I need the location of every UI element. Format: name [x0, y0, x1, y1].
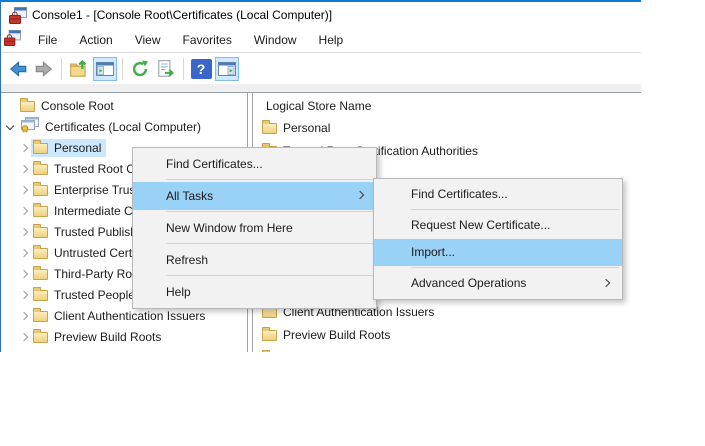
toolbar-bottom-band [1, 84, 641, 93]
folder-icon [33, 181, 48, 196]
desktop-canvas: Console1 - [Console Root\Certificates (L… [0, 0, 705, 446]
submenu-arrow-icon [355, 190, 365, 200]
all-tasks-submenu: Find Certificates... Request New Certifi… [373, 178, 623, 300]
folder-icon [20, 97, 35, 112]
show-hide-console-tree-icon[interactable] [93, 57, 117, 81]
forward-icon[interactable] [32, 57, 56, 81]
folder-icon [33, 286, 48, 301]
toolbar-separator [61, 58, 62, 80]
toolbar-separator [122, 58, 123, 80]
menu-separator [411, 209, 619, 210]
menu-help[interactable]: Help [308, 28, 355, 52]
chevron-right-icon[interactable] [17, 183, 31, 197]
expander-placeholder [4, 99, 18, 113]
context-menu: Find Certificates... All Tasks New Windo… [132, 147, 377, 309]
chevron-right-icon[interactable] [17, 162, 31, 176]
menu-window[interactable]: Window [243, 28, 308, 52]
window-title: Console1 - [Console Root\Certificates (L… [32, 8, 333, 22]
chevron-right-icon[interactable] [17, 204, 31, 218]
submenu-item-request-new-certificate[interactable]: Request New Certificate... [374, 212, 622, 239]
context-menu-item-find-certificates[interactable]: Find Certificates... [133, 150, 376, 178]
column-header-logical-store-name[interactable]: Logical Store Name [266, 96, 371, 116]
context-menu-item-refresh[interactable]: Refresh [133, 246, 376, 274]
refresh-icon[interactable] [128, 57, 152, 81]
chevron-right-icon[interactable] [17, 246, 31, 260]
menu-view[interactable]: View [124, 28, 172, 52]
folder-icon [33, 307, 48, 322]
submenu-item-find-certificates[interactable]: Find Certificates... [374, 181, 622, 208]
help-icon[interactable]: ? [189, 57, 213, 81]
menu-file[interactable]: File [27, 28, 68, 52]
menu-separator [166, 179, 373, 180]
chevron-right-icon[interactable] [17, 309, 31, 323]
chevron-right-icon[interactable] [17, 330, 31, 344]
up-one-level-icon[interactable] [67, 57, 91, 81]
tree-item-preview-build-roots[interactable]: Preview Build Roots [1, 326, 247, 347]
toolbar: ? [1, 54, 641, 84]
menu-separator [411, 267, 619, 268]
title-bar[interactable]: Console1 - [Console Root\Certificates (L… [1, 2, 641, 28]
submenu-item-import[interactable]: Import... [374, 239, 622, 266]
toolbar-separator [183, 58, 184, 80]
folder-icon [33, 244, 48, 259]
submenu-item-advanced-operations[interactable]: Advanced Operations [374, 270, 622, 297]
chevron-right-icon[interactable] [17, 288, 31, 302]
folder-icon [33, 223, 48, 238]
child-window-toolbox-icon [3, 30, 21, 50]
mmc-toolbox-icon [9, 7, 27, 28]
list-item-preview-build-roots[interactable]: Preview Build Roots [262, 324, 390, 346]
export-list-icon[interactable] [154, 57, 178, 81]
folder-icon [33, 160, 48, 175]
menu-favorites[interactable]: Favorites [172, 28, 243, 52]
back-icon[interactable] [6, 57, 30, 81]
context-menu-item-all-tasks[interactable]: All Tasks [133, 182, 376, 210]
context-menu-item-new-window-from-here[interactable]: New Window from Here [133, 214, 376, 242]
menu-bar: File Action View Favorites Window Help [1, 28, 641, 53]
folder-icon [33, 265, 48, 280]
context-menu-item-help[interactable]: Help [133, 278, 376, 306]
tree-item-console-root[interactable]: Console Root [1, 95, 247, 116]
menu-action[interactable]: Action [68, 28, 123, 52]
certificates-snapin-icon [20, 117, 39, 136]
menu-separator [166, 243, 373, 244]
submenu-arrow-icon [601, 278, 611, 287]
folder-icon [33, 139, 48, 154]
tree-item-certificates-local-computer[interactable]: Certificates (Local Computer) [1, 116, 247, 137]
list-item-personal[interactable]: Personal [262, 117, 330, 139]
chevron-down-icon[interactable] [4, 120, 18, 134]
folder-icon [33, 328, 48, 343]
folder-icon [262, 327, 277, 341]
chevron-right-icon[interactable] [17, 267, 31, 281]
folder-icon [262, 120, 277, 134]
chevron-right-icon[interactable] [17, 225, 31, 239]
show-hide-action-pane-icon[interactable] [215, 57, 239, 81]
mmc-window: Console1 - [Console Root\Certificates (L… [0, 0, 641, 352]
chevron-right-icon[interactable] [17, 141, 31, 155]
folder-icon [33, 202, 48, 217]
list-item-partial[interactable] [262, 347, 283, 352]
menu-separator [166, 211, 373, 212]
menu-separator [166, 275, 373, 276]
